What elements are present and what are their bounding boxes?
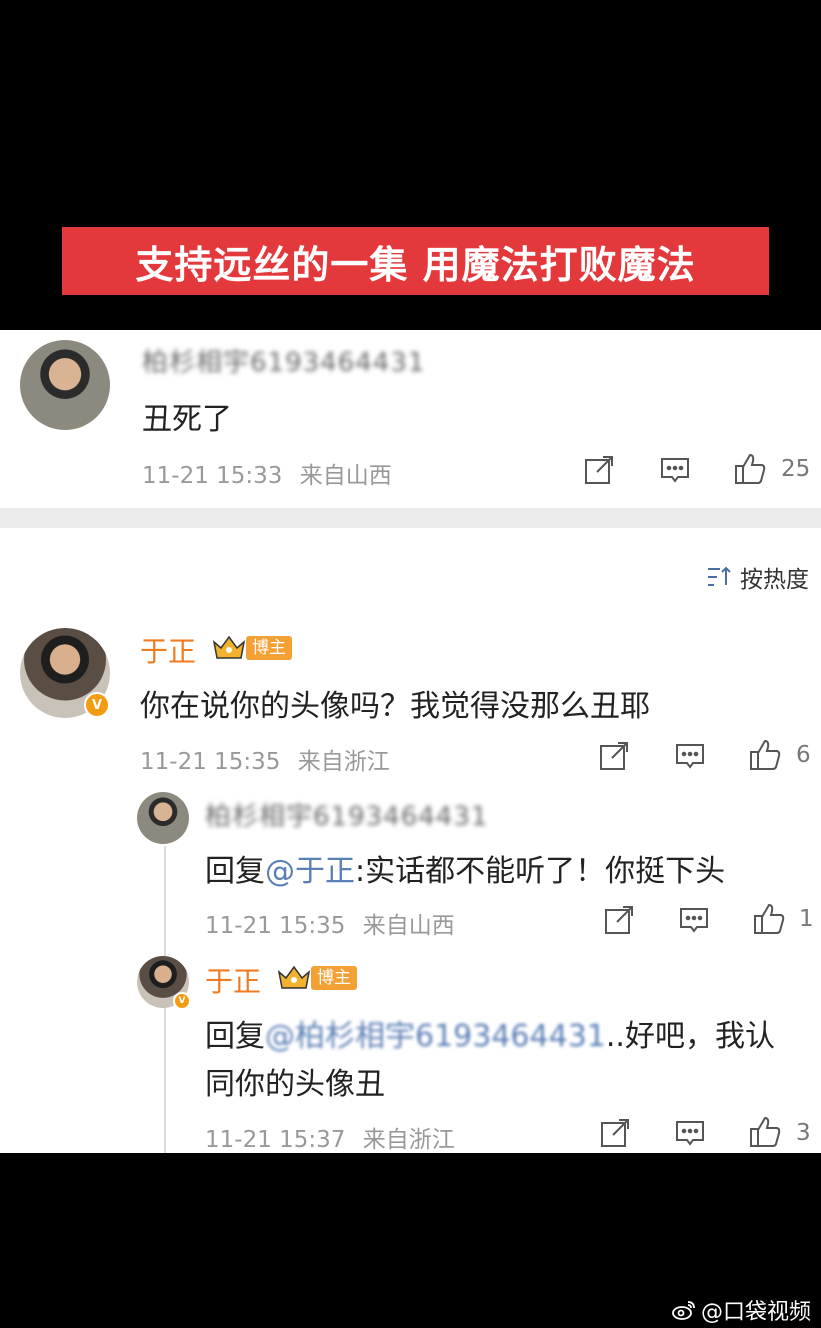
reply-time: 11-21 15:37 (205, 1127, 346, 1153)
reply-time: 11-21 15:35 (205, 913, 346, 939)
like-count: 6 (796, 742, 811, 768)
comment-time: 11-21 15:33 (142, 463, 283, 489)
share-icon[interactable] (603, 904, 635, 936)
comment-text: 丑死了 (142, 402, 232, 437)
crown-icon (277, 965, 311, 989)
like-count: 3 (796, 1120, 811, 1146)
username-blurred[interactable]: 柏杉相宇6193464431 (142, 342, 425, 379)
reply-prefix: 回复 (205, 1019, 265, 1054)
watermark: @口袋视频 (671, 1294, 811, 1326)
comment-icon[interactable] (674, 1117, 706, 1149)
share-icon[interactable] (598, 740, 630, 772)
comment-icon[interactable] (678, 904, 710, 936)
weibo-icon (672, 1301, 695, 1320)
reply-meta: 11-21 15:35 来自山西 (205, 906, 455, 940)
sort-by-heat-button[interactable]: 按热度 (706, 560, 809, 594)
like-icon[interactable] (748, 1115, 782, 1149)
section-divider (0, 508, 821, 528)
like-count: 1 (799, 906, 814, 932)
reply-body: :实话都不能听了！你挺下头 (355, 854, 726, 889)
verified-badge: V (84, 692, 110, 718)
reply-meta: 11-21 15:37 来自浙江 (205, 1120, 455, 1154)
reply-location: 来自浙江 (362, 1127, 455, 1153)
comment-location: 来自山西 (299, 463, 392, 489)
like-icon[interactable] (733, 452, 767, 486)
reply-body: ..好吧，我认 (605, 1019, 775, 1054)
comment-time: 11-21 15:35 (140, 749, 281, 775)
username[interactable]: 于正 (140, 630, 196, 670)
comment-text: 你在说你的头像吗？我觉得没那么丑耶 (140, 689, 650, 724)
video-title-banner: 支持远丝的一集 用魔法打败魔法 (62, 227, 769, 295)
avatar[interactable] (137, 792, 189, 844)
like-icon[interactable] (748, 738, 782, 772)
avatar[interactable] (20, 340, 110, 430)
comment-location: 来自浙江 (297, 749, 390, 775)
like-icon[interactable] (752, 902, 786, 936)
comment-card-top: 柏杉相宇6193464431 丑死了 11-21 15:33 来自山西 25 (0, 330, 821, 508)
watermark-text: @口袋视频 (700, 1300, 811, 1325)
comment-meta: 11-21 15:33 来自山西 (142, 456, 392, 490)
reply-text-continued: 同你的头像丑 (205, 1067, 385, 1102)
comment-icon[interactable] (674, 740, 706, 772)
comment-list: 按热度 V 于正 博主 你在说你的头像吗？我觉得没那么丑耶 11-21 15:3… (0, 528, 821, 1153)
username-blurred[interactable]: 柏杉相宇6193464431 (205, 796, 488, 833)
comment-icon[interactable] (659, 454, 691, 486)
reply-text: 回复@柏杉相宇6193464431..好吧，我认 (205, 1011, 775, 1055)
reply-text: 回复@于正:实话都不能听了！你挺下头 (205, 846, 725, 890)
blogger-badge: 博主 (246, 636, 292, 660)
crown-icon (212, 635, 246, 659)
share-icon[interactable] (599, 1117, 631, 1149)
reply-location: 来自山西 (362, 913, 455, 939)
sort-label: 按热度 (740, 567, 809, 593)
comment-meta: 11-21 15:35 来自浙江 (140, 742, 390, 776)
username[interactable]: 于正 (205, 960, 261, 1000)
sort-icon (708, 566, 731, 586)
like-count: 25 (781, 456, 811, 482)
mention-link[interactable]: @于正 (265, 854, 355, 889)
share-icon[interactable] (583, 454, 615, 486)
blogger-badge: 博主 (311, 966, 357, 990)
reply-prefix: 回复 (205, 854, 265, 889)
verified-badge: V (173, 992, 191, 1010)
mention-link[interactable]: @柏杉相宇6193464431 (265, 1019, 606, 1054)
